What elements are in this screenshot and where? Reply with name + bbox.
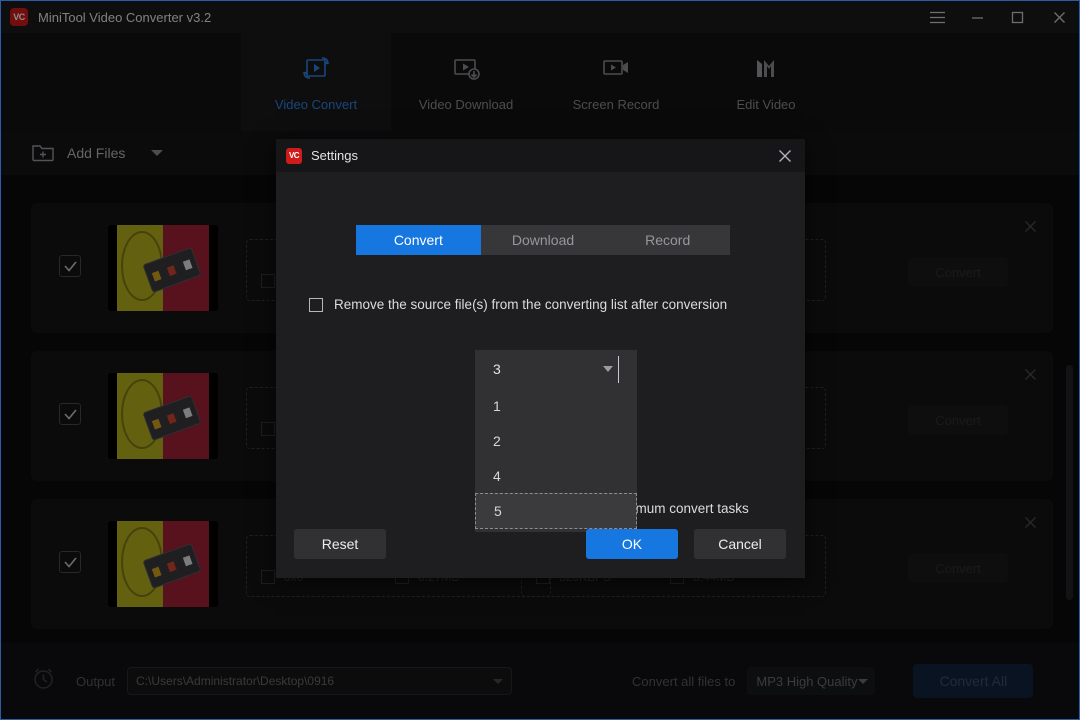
- dialog-body: Convert Download Record Remove the sourc…: [276, 172, 805, 578]
- remove-source-label: Remove the source file(s) from the conve…: [334, 297, 728, 312]
- settings-tabs: Convert Download Record: [356, 225, 730, 255]
- tab-record[interactable]: Record: [605, 225, 730, 255]
- chevron-down-icon[interactable]: [603, 366, 613, 372]
- option-4[interactable]: 4: [475, 458, 637, 493]
- cancel-button[interactable]: Cancel: [694, 529, 786, 559]
- option-1[interactable]: 1: [475, 388, 637, 423]
- max-convert-tasks-selected[interactable]: 3: [475, 350, 637, 388]
- settings-dialog: VC Settings Convert Download Record Remo…: [276, 139, 805, 578]
- max-convert-tasks-value: 3: [493, 361, 501, 377]
- application-window: VC MiniTool Video Converter v3.2 Video C…: [0, 0, 1080, 720]
- max-convert-tasks-select[interactable]: 3 1 2 4 5: [475, 350, 637, 532]
- dialog-title-bar: VC Settings: [276, 139, 805, 172]
- dialog-close-icon[interactable]: [765, 139, 805, 172]
- remove-source-checkbox[interactable]: [309, 297, 323, 312]
- option-2[interactable]: 2: [475, 423, 637, 458]
- ok-button[interactable]: OK: [586, 529, 678, 559]
- tab-convert[interactable]: Convert: [356, 225, 481, 255]
- remove-source-checkbox-row[interactable]: Remove the source file(s) from the conve…: [309, 297, 727, 312]
- dialog-title: Settings: [311, 148, 358, 163]
- text-cursor: [618, 356, 619, 383]
- tab-download[interactable]: Download: [481, 225, 606, 255]
- dialog-footer: Reset OK Cancel: [276, 508, 805, 578]
- reset-button[interactable]: Reset: [294, 529, 386, 559]
- app-logo-icon: VC: [286, 147, 302, 164]
